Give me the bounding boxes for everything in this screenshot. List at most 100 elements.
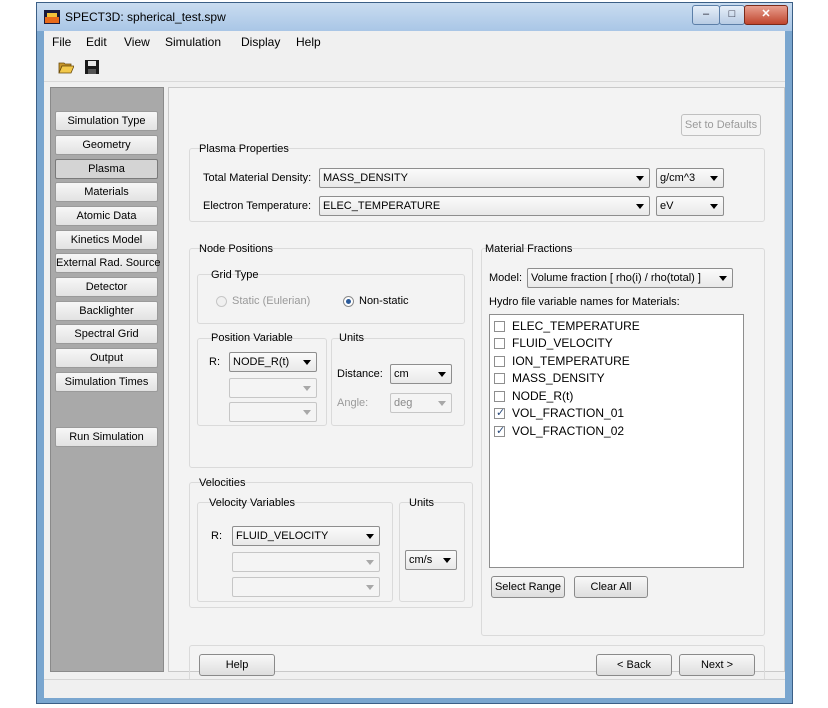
chevron-down-icon: [710, 176, 718, 181]
temperature-label: Electron Temperature:: [203, 200, 312, 212]
title-bar: SPECT3D: spherical_test.spw – □ ✕: [37, 3, 792, 31]
position-select-2[interactable]: [229, 378, 317, 398]
plasma-properties-title: Plasma Properties: [199, 143, 289, 155]
sidebar-item-simulation-times[interactable]: Simulation Times: [55, 372, 158, 392]
minimize-button[interactable]: –: [692, 5, 720, 25]
density-unit-select[interactable]: g/cm^3: [656, 168, 724, 188]
velocity-r-label: R:: [211, 530, 222, 542]
help-button[interactable]: Help: [199, 654, 275, 676]
density-value: MASS_DENSITY: [323, 172, 408, 184]
chevron-down-icon: [303, 386, 311, 391]
sidebar-item-plasma[interactable]: Plasma: [55, 159, 158, 179]
velocities-title: Velocities: [199, 477, 246, 489]
position-select-3[interactable]: [229, 402, 317, 422]
nonstatic-label: Non-static: [359, 295, 409, 307]
client-area: File Edit View Simulation Display Help S…: [44, 31, 785, 698]
checkbox[interactable]: ✓: [494, 407, 505, 419]
maximize-button[interactable]: □: [719, 5, 745, 25]
grid-type-title: Grid Type: [211, 269, 259, 281]
menu-file[interactable]: File: [52, 35, 71, 49]
velocity-r-value: FLUID_VELOCITY: [236, 530, 329, 542]
set-to-defaults-button[interactable]: Set to Defaults: [681, 114, 761, 136]
next-button[interactable]: Next >: [679, 654, 755, 676]
position-variable-title: Position Variable: [211, 332, 293, 344]
close-button[interactable]: ✕: [744, 5, 788, 25]
menu-display[interactable]: Display: [241, 35, 280, 49]
distance-label: Distance:: [337, 368, 383, 380]
toolbar: [44, 53, 785, 82]
back-button[interactable]: < Back: [596, 654, 672, 676]
sidebar-item-detector[interactable]: Detector: [55, 277, 158, 297]
plasma-panel: Set to Defaults Plasma Properties Total …: [168, 87, 785, 685]
density-label: Total Material Density:: [203, 172, 312, 184]
sidebar-item-external-rad-source[interactable]: External Rad. Source: [55, 253, 161, 273]
velocity-unit-select[interactable]: cm/s: [405, 550, 457, 570]
velocity-r-select[interactable]: FLUID_VELOCITY: [232, 526, 380, 546]
run-simulation-button[interactable]: Run Simulation: [55, 427, 158, 447]
materials-list-label: Hydro file variable names for Materials:: [489, 296, 680, 308]
chevron-down-icon: [710, 204, 718, 209]
sidebar-item-atomic-data[interactable]: Atomic Data: [55, 206, 158, 226]
checkbox[interactable]: [494, 373, 505, 384]
materials-list[interactable]: ELEC_TEMPERATURE FLUID_VELOCITY ION_TEMP…: [489, 314, 744, 568]
position-r-label: R:: [209, 356, 220, 368]
chevron-down-icon: [366, 585, 374, 590]
sidebar-item-materials[interactable]: Materials: [55, 182, 158, 202]
app-icon: [44, 10, 60, 24]
model-value: Volume fraction [ rho(i) / rho(total) ]: [531, 272, 701, 284]
model-select[interactable]: Volume fraction [ rho(i) / rho(total) ]: [527, 268, 733, 288]
chevron-down-icon: [438, 372, 446, 377]
window-title: SPECT3D: spherical_test.spw: [65, 10, 226, 24]
temperature-unit-select[interactable]: eV: [656, 196, 724, 216]
sidebar-item-spectral-grid[interactable]: Spectral Grid: [55, 324, 158, 344]
chevron-down-icon: [719, 276, 727, 281]
menu-bar: File Edit View Simulation Display Help: [44, 31, 785, 53]
temperature-value: ELEC_TEMPERATURE: [323, 200, 441, 212]
menu-simulation[interactable]: Simulation: [165, 35, 221, 49]
position-r-value: NODE_R(t): [233, 356, 290, 368]
sidebar-item-output[interactable]: Output: [55, 348, 158, 368]
angle-select[interactable]: deg: [390, 393, 452, 413]
static-label: Static (Eulerian): [232, 295, 311, 307]
menu-help[interactable]: Help: [296, 35, 321, 49]
sidebar: Simulation Type Geometry Plasma Material…: [50, 87, 164, 672]
chevron-down-icon: [366, 560, 374, 565]
app-window: SPECT3D: spherical_test.spw – □ ✕ File E…: [36, 2, 793, 704]
checkbox[interactable]: [494, 338, 505, 349]
position-r-select[interactable]: NODE_R(t): [229, 352, 317, 372]
node-positions-title: Node Positions: [199, 243, 273, 255]
check-mark-icon: ✓: [496, 425, 506, 437]
select-range-button[interactable]: Select Range: [491, 576, 565, 598]
density-select[interactable]: MASS_DENSITY: [319, 168, 650, 188]
velocity-select-3[interactable]: [232, 577, 380, 597]
chevron-down-icon: [303, 360, 311, 365]
angle-value: deg: [394, 397, 413, 409]
sidebar-item-kinetics-model[interactable]: Kinetics Model: [55, 230, 158, 250]
temperature-unit-value: eV: [660, 200, 674, 212]
checkbox[interactable]: [494, 321, 505, 332]
distance-value: cm: [394, 368, 409, 380]
velocity-unit-value: cm/s: [409, 554, 433, 566]
sidebar-item-backlighter[interactable]: Backlighter: [55, 301, 158, 321]
distance-select[interactable]: cm: [390, 364, 452, 384]
position-units-title: Units: [339, 332, 365, 344]
temperature-select[interactable]: ELEC_TEMPERATURE: [319, 196, 650, 216]
status-bar: [44, 679, 785, 698]
velocity-select-2[interactable]: [232, 552, 380, 572]
static-radio[interactable]: [216, 296, 227, 307]
floppy-disk-icon[interactable]: [84, 59, 100, 75]
chevron-down-icon: [438, 401, 446, 406]
sidebar-item-simulation-type[interactable]: Simulation Type: [55, 111, 158, 131]
sidebar-item-geometry[interactable]: Geometry: [55, 135, 158, 155]
nonstatic-radio[interactable]: [343, 296, 354, 307]
model-label: Model:: [489, 272, 523, 284]
menu-edit[interactable]: Edit: [86, 35, 107, 49]
checkbox[interactable]: [494, 391, 505, 402]
checkbox[interactable]: [494, 356, 505, 367]
menu-view[interactable]: View: [124, 35, 150, 49]
checkbox[interactable]: ✓: [494, 425, 506, 437]
velocity-units-title: Units: [409, 497, 435, 509]
folder-open-icon[interactable]: [58, 59, 74, 75]
material-fractions-title: Material Fractions: [485, 243, 573, 255]
clear-all-button[interactable]: Clear All: [574, 576, 648, 598]
